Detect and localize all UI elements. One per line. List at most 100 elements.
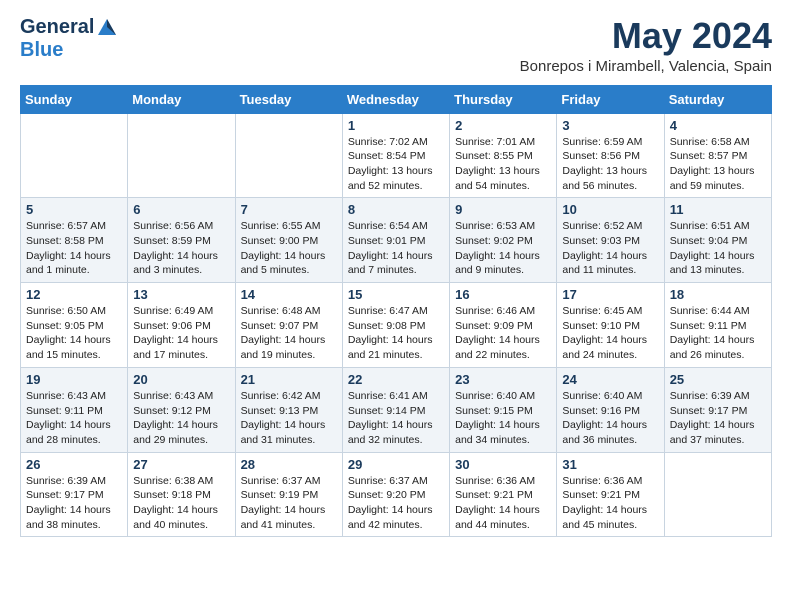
table-row: 17 Sunrise: 6:45 AM Sunset: 9:10 PM Dayli… (557, 283, 664, 368)
day-number: 1 (348, 118, 444, 133)
table-row (235, 113, 342, 198)
day-number: 22 (348, 372, 444, 387)
day-number: 11 (670, 202, 766, 217)
day-info: Sunrise: 6:37 AM Sunset: 9:20 PM Dayligh… (348, 474, 444, 533)
day-number: 26 (26, 457, 122, 472)
table-row: 29 Sunrise: 6:37 AM Sunset: 9:20 PM Dayli… (342, 452, 449, 537)
table-row: 5 Sunrise: 6:57 AM Sunset: 8:58 PM Daylig… (21, 198, 128, 283)
day-info: Sunrise: 6:48 AM Sunset: 9:07 PM Dayligh… (241, 304, 337, 363)
header-wednesday: Wednesday (342, 85, 449, 113)
day-number: 21 (241, 372, 337, 387)
header-tuesday: Tuesday (235, 85, 342, 113)
header-sunday: Sunday (21, 85, 128, 113)
table-row: 19 Sunrise: 6:43 AM Sunset: 9:11 PM Dayli… (21, 367, 128, 452)
table-row: 15 Sunrise: 6:47 AM Sunset: 9:08 PM Dayli… (342, 283, 449, 368)
table-row: 2Sunrise: 7:01 AM Sunset: 8:55 PM Daylig… (450, 113, 557, 198)
day-number: 4 (670, 118, 766, 133)
day-info: Sunrise: 6:43 AM Sunset: 9:11 PM Dayligh… (26, 389, 122, 448)
header-thursday: Thursday (450, 85, 557, 113)
day-info: Sunrise: 6:40 AM Sunset: 9:16 PM Dayligh… (562, 389, 658, 448)
day-number: 7 (241, 202, 337, 217)
day-number: 9 (455, 202, 551, 217)
day-number: 5 (26, 202, 122, 217)
day-number: 31 (562, 457, 658, 472)
table-row: 22Sunrise: 6:41 AM Sunset: 9:14 PM Dayli… (342, 367, 449, 452)
table-row: 31 Sunrise: 6:36 AM Sunset: 9:21 PM Dayli… (557, 452, 664, 537)
day-number: 16 (455, 287, 551, 302)
day-number: 29 (348, 457, 444, 472)
day-number: 30 (455, 457, 551, 472)
day-info: Sunrise: 6:46 AM Sunset: 9:09 PM Dayligh… (455, 304, 551, 363)
day-number: 25 (670, 372, 766, 387)
day-info: Sunrise: 6:59 AM Sunset: 8:56 PM Dayligh… (562, 135, 658, 194)
day-info: Sunrise: 6:45 AM Sunset: 9:10 PM Dayligh… (562, 304, 658, 363)
day-number: 12 (26, 287, 122, 302)
day-number: 27 (133, 457, 229, 472)
table-row: 7 Sunrise: 6:55 AM Sunset: 9:00 PM Daylig… (235, 198, 342, 283)
table-row (128, 113, 235, 198)
table-row (21, 113, 128, 198)
day-info: Sunrise: 6:56 AM Sunset: 8:59 PM Dayligh… (133, 219, 229, 278)
day-info: Sunrise: 6:52 AM Sunset: 9:03 PM Dayligh… (562, 219, 658, 278)
day-info: Sunrise: 6:43 AM Sunset: 9:12 PM Dayligh… (133, 389, 229, 448)
day-number: 3 (562, 118, 658, 133)
logo-icon (96, 17, 118, 39)
day-info: Sunrise: 6:44 AM Sunset: 9:11 PM Dayligh… (670, 304, 766, 363)
day-number: 17 (562, 287, 658, 302)
table-row: 3 Sunrise: 6:59 AM Sunset: 8:56 PM Daylig… (557, 113, 664, 198)
table-row: 6 Sunrise: 6:56 AM Sunset: 8:59 PM Daylig… (128, 198, 235, 283)
title-section: May 2024 Bonrepos i Mirambell, Valencia,… (520, 16, 772, 75)
table-row: 11 Sunrise: 6:51 AM Sunset: 9:04 PM Dayli… (664, 198, 771, 283)
header-friday: Friday (557, 85, 664, 113)
day-number: 28 (241, 457, 337, 472)
day-info: Sunrise: 6:51 AM Sunset: 9:04 PM Dayligh… (670, 219, 766, 278)
day-number: 19 (26, 372, 122, 387)
table-row: 14 Sunrise: 6:48 AM Sunset: 9:07 PM Dayli… (235, 283, 342, 368)
month-title: May 2024 (520, 16, 772, 56)
day-info: Sunrise: 6:47 AM Sunset: 9:08 PM Dayligh… (348, 304, 444, 363)
table-row: 25 Sunrise: 6:39 AM Sunset: 9:17 PM Dayli… (664, 367, 771, 452)
logo-general-text: General (20, 16, 94, 39)
header: General Blue May 2024 Bonrepos i Mirambe… (20, 16, 772, 75)
day-info: Sunrise: 6:40 AM Sunset: 9:15 PM Dayligh… (455, 389, 551, 448)
table-row: 9 Sunrise: 6:53 AM Sunset: 9:02 PM Daylig… (450, 198, 557, 283)
day-info: Sunrise: 6:55 AM Sunset: 9:00 PM Dayligh… (241, 219, 337, 278)
table-row: 4 Sunrise: 6:58 AM Sunset: 8:57 PM Daylig… (664, 113, 771, 198)
calendar-header: Sunday Monday Tuesday Wednesday Thursday… (21, 85, 772, 113)
day-info: Sunrise: 6:39 AM Sunset: 9:17 PM Dayligh… (26, 474, 122, 533)
table-row: 26 Sunrise: 6:39 AM Sunset: 9:17 PM Dayli… (21, 452, 128, 537)
day-info: Sunrise: 6:36 AM Sunset: 9:21 PM Dayligh… (562, 474, 658, 533)
table-row: 23Sunrise: 6:40 AM Sunset: 9:15 PM Dayli… (450, 367, 557, 452)
day-info: Sunrise: 7:02 AM Sunset: 8:54 PM Dayligh… (348, 135, 444, 194)
table-row: 13 Sunrise: 6:49 AM Sunset: 9:06 PM Dayli… (128, 283, 235, 368)
day-info: Sunrise: 6:53 AM Sunset: 9:02 PM Dayligh… (455, 219, 551, 278)
table-row: 24Sunrise: 6:40 AM Sunset: 9:16 PM Dayli… (557, 367, 664, 452)
table-row: 8Sunrise: 6:54 AM Sunset: 9:01 PM Daylig… (342, 198, 449, 283)
day-info: Sunrise: 6:36 AM Sunset: 9:21 PM Dayligh… (455, 474, 551, 533)
day-number: 8 (348, 202, 444, 217)
table-row: 21Sunrise: 6:42 AM Sunset: 9:13 PM Dayli… (235, 367, 342, 452)
page: General Blue May 2024 Bonrepos i Mirambe… (0, 0, 792, 553)
logo-blue-text: Blue (20, 39, 63, 62)
table-row: 16 Sunrise: 6:46 AM Sunset: 9:09 PM Dayli… (450, 283, 557, 368)
day-info: Sunrise: 6:58 AM Sunset: 8:57 PM Dayligh… (670, 135, 766, 194)
calendar-body: 1 Sunrise: 7:02 AM Sunset: 8:54 PM Daylig… (21, 113, 772, 537)
table-row: 30 Sunrise: 6:36 AM Sunset: 9:21 PM Dayli… (450, 452, 557, 537)
header-monday: Monday (128, 85, 235, 113)
day-info: Sunrise: 6:49 AM Sunset: 9:06 PM Dayligh… (133, 304, 229, 363)
day-number: 20 (133, 372, 229, 387)
day-info: Sunrise: 6:39 AM Sunset: 9:17 PM Dayligh… (670, 389, 766, 448)
table-row: 18Sunrise: 6:44 AM Sunset: 9:11 PM Dayli… (664, 283, 771, 368)
logo: General Blue (20, 16, 118, 62)
day-number: 6 (133, 202, 229, 217)
header-saturday: Saturday (664, 85, 771, 113)
day-number: 15 (348, 287, 444, 302)
day-info: Sunrise: 6:57 AM Sunset: 8:58 PM Dayligh… (26, 219, 122, 278)
day-number: 14 (241, 287, 337, 302)
table-row: 12Sunrise: 6:50 AM Sunset: 9:05 PM Dayli… (21, 283, 128, 368)
day-number: 10 (562, 202, 658, 217)
table-row: 27Sunrise: 6:38 AM Sunset: 9:18 PM Dayli… (128, 452, 235, 537)
day-number: 13 (133, 287, 229, 302)
location: Bonrepos i Mirambell, Valencia, Spain (520, 58, 772, 75)
table-row: 28Sunrise: 6:37 AM Sunset: 9:19 PM Dayli… (235, 452, 342, 537)
